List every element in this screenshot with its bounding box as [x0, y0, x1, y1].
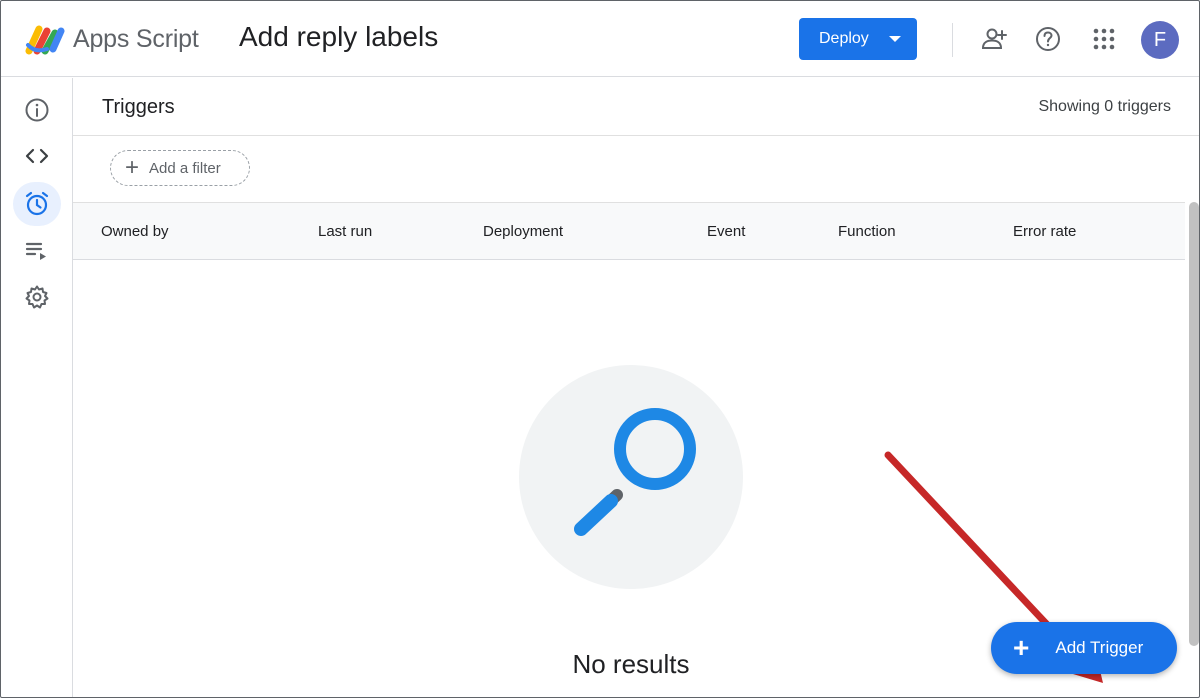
- plus-icon: +: [125, 154, 140, 181]
- caret-down-icon: [889, 36, 901, 42]
- apps-button[interactable]: [1090, 25, 1118, 53]
- filter-row: + Add a filter: [73, 136, 1199, 202]
- app-window: Apps Script Add reply labels Deploy F Tr…: [0, 0, 1200, 698]
- project-title[interactable]: Add reply labels: [239, 21, 438, 53]
- magnifier-icon: [574, 408, 696, 536]
- nav-triggers[interactable]: [13, 182, 61, 226]
- column-owned-by[interactable]: Owned by: [101, 223, 169, 240]
- left-nav: [1, 78, 73, 697]
- divider: [952, 23, 953, 57]
- add-trigger-button[interactable]: + Add Trigger: [991, 622, 1177, 674]
- table-header: Owned by Last run Deployment Event Funct…: [73, 202, 1185, 260]
- deploy-button[interactable]: Deploy: [799, 18, 917, 60]
- help-icon: [1036, 27, 1060, 51]
- empty-state-illustration: [519, 365, 743, 589]
- column-error-rate[interactable]: Error rate: [1013, 223, 1076, 240]
- person-add-icon: [981, 28, 1007, 49]
- column-last-run[interactable]: Last run: [318, 223, 372, 240]
- executions-icon: [25, 242, 46, 260]
- deploy-button-label: Deploy: [819, 30, 869, 47]
- gear-icon: [25, 285, 49, 309]
- alarm-icon: [25, 191, 49, 216]
- avatar[interactable]: F: [1141, 21, 1179, 59]
- info-icon: [25, 98, 49, 122]
- nav-overview[interactable]: [13, 88, 61, 132]
- share-button[interactable]: [980, 25, 1008, 53]
- apps-grid-icon: [1093, 28, 1115, 50]
- column-deployment[interactable]: Deployment: [483, 223, 563, 240]
- top-bar: Apps Script Add reply labels Deploy F: [1, 1, 1199, 77]
- plus-icon: +: [1013, 632, 1030, 663]
- triggers-header: Triggers Showing 0 triggers: [73, 78, 1199, 136]
- add-filter-label: Add a filter: [149, 159, 221, 177]
- add-filter-button[interactable]: + Add a filter: [110, 150, 250, 186]
- help-button[interactable]: [1034, 25, 1062, 53]
- nav-executions[interactable]: [13, 229, 61, 273]
- code-icon: [25, 148, 49, 164]
- page-title: Triggers: [102, 96, 175, 118]
- add-trigger-label: Add Trigger: [1055, 638, 1144, 657]
- app-name[interactable]: Apps Script: [73, 25, 199, 54]
- nav-settings[interactable]: [13, 275, 61, 319]
- scrollbar[interactable]: [1189, 202, 1199, 646]
- trigger-count: Showing 0 triggers: [1038, 98, 1171, 115]
- column-event[interactable]: Event: [707, 223, 745, 240]
- nav-editor[interactable]: [13, 134, 61, 178]
- column-function[interactable]: Function: [838, 223, 896, 240]
- triggers-panel: Triggers Showing 0 triggers + Add a filt…: [73, 78, 1199, 697]
- apps-script-logo-icon[interactable]: [25, 23, 65, 55]
